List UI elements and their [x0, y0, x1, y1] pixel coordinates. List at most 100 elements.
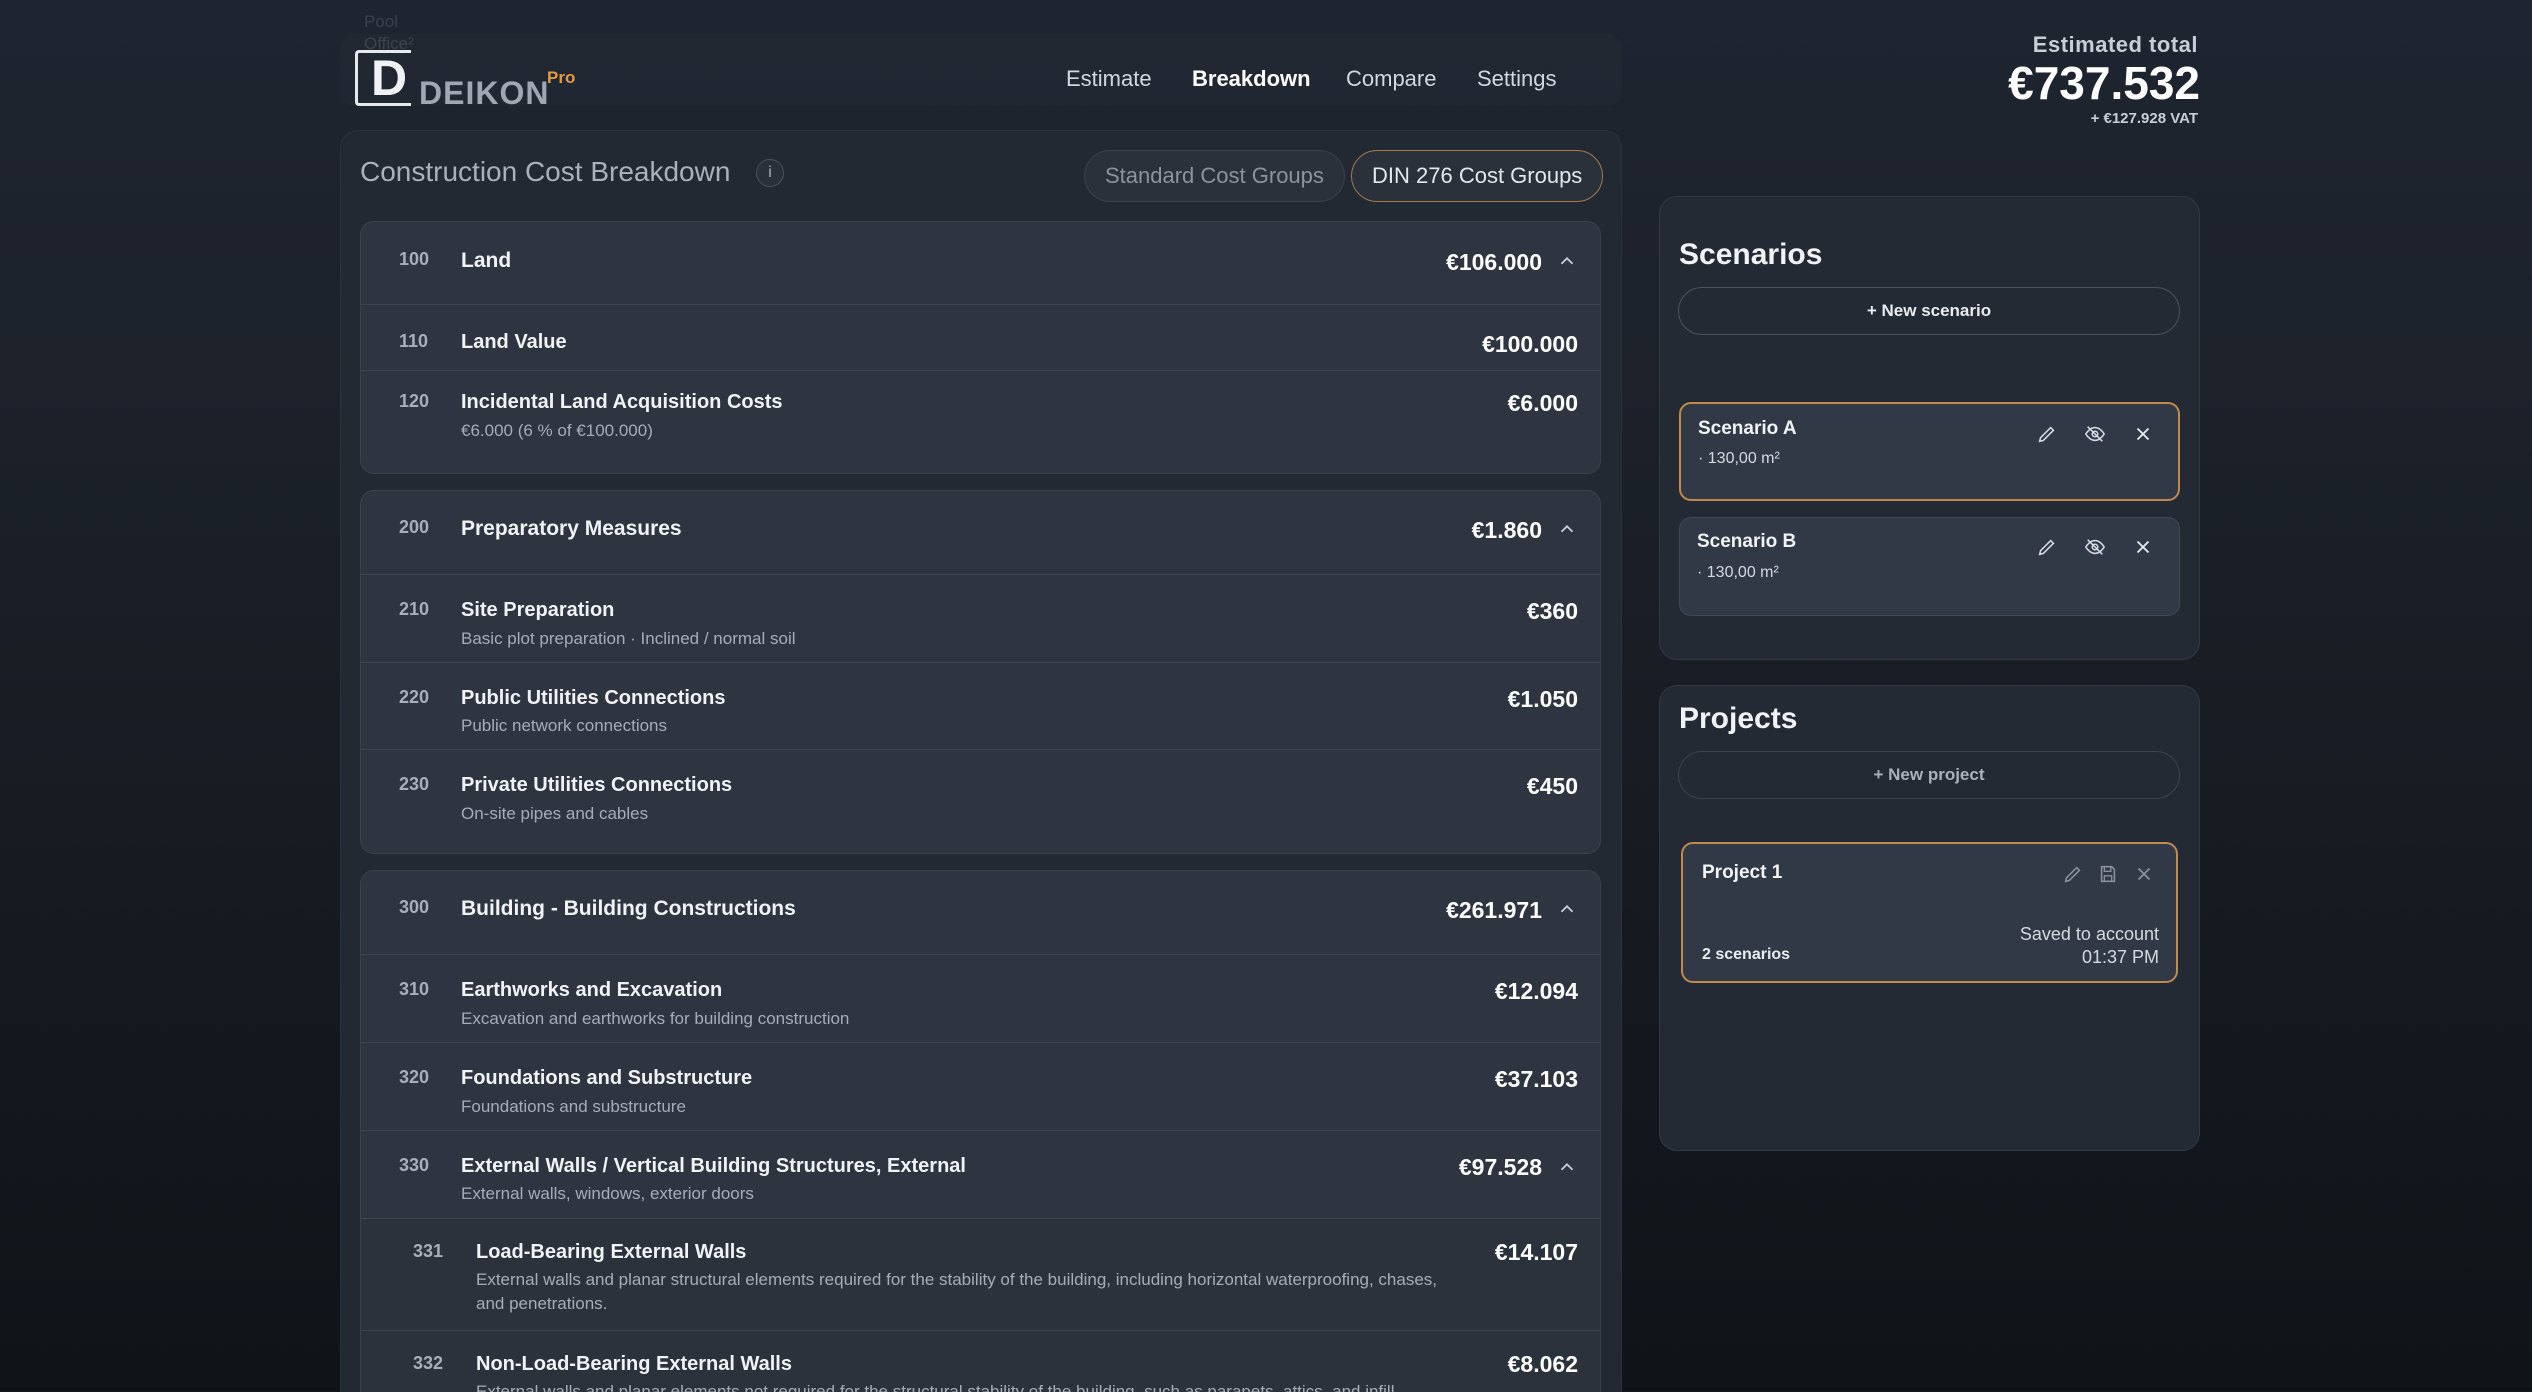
nav-breakdown[interactable]: Breakdown	[1192, 66, 1311, 92]
row-amount: €8.062	[1507, 1351, 1578, 1377]
table-row[interactable]: 330 External Walls / Vertical Building S…	[361, 1130, 1600, 1218]
table-row: 210 Site Preparation Basic plot preparat…	[361, 574, 1600, 662]
pro-badge: Pro	[547, 68, 576, 87]
row-code: 210	[399, 599, 430, 619]
scenario-card[interactable]: Scenario A · 130,00 m²	[1679, 402, 2180, 501]
close-icon[interactable]	[2129, 420, 2157, 448]
row-amount: €360	[1526, 598, 1578, 624]
pencil-icon[interactable]	[2033, 420, 2061, 448]
logo-icon[interactable]: D	[355, 50, 415, 108]
new-scenario-button[interactable]: + New scenario	[1678, 287, 2180, 335]
chevron-up-icon[interactable]	[1556, 1156, 1578, 1178]
info-icon[interactable]: i	[756, 159, 784, 187]
group-code: 200	[399, 517, 430, 537]
group-code: 100	[399, 249, 430, 269]
nav-compare[interactable]: Compare	[1346, 66, 1436, 92]
project-scenario-count: 2 scenarios	[1702, 946, 1791, 963]
estimated-vat: + €127.928 VAT	[2090, 110, 2198, 127]
row-title: Non-Load-Bearing External Walls	[476, 1353, 792, 1375]
chevron-up-icon[interactable]	[1556, 250, 1578, 272]
row-amount: €1.050	[1507, 686, 1578, 712]
pencil-icon[interactable]	[2059, 860, 2087, 888]
row-amount: €37.103	[1494, 1066, 1578, 1092]
row-code: 330	[399, 1155, 430, 1175]
estimated-total-value: €737.532	[2008, 57, 2200, 109]
standard-cost-groups-toggle[interactable]: Standard Cost Groups	[1084, 150, 1345, 202]
scenario-card[interactable]: Scenario B · 130,00 m²	[1679, 517, 2180, 616]
group-amount: €1.860	[1471, 517, 1542, 543]
cost-group-header[interactable]: 300 Building - Building Constructions €2…	[361, 871, 1600, 954]
cost-group-300: 300 Building - Building Constructions €2…	[360, 870, 1601, 1392]
logo-letter: D	[371, 50, 408, 106]
row-title: Foundations and Substructure	[461, 1067, 753, 1089]
estimated-total-label: Estimated total	[2032, 32, 2198, 57]
projects-title: Projects	[1679, 702, 1798, 735]
nav-estimate[interactable]: Estimate	[1066, 66, 1152, 92]
group-title: Land	[461, 249, 512, 272]
row-code: 110	[399, 331, 429, 351]
row-code: 230	[399, 774, 430, 794]
table-row: 220 Public Utilities Connections Public …	[361, 662, 1600, 749]
table-row: 310 Earthworks and Excavation Excavation…	[361, 954, 1600, 1042]
row-subtitle: €6.000 (6 % of €100.000)	[461, 421, 653, 440]
row-subtitle: External walls, windows, exterior doors	[461, 1184, 754, 1203]
row-subtitle-line2: and penetrations.	[476, 1294, 608, 1313]
row-amount: €100.000	[1482, 331, 1578, 357]
scenario-area: · 130,00 m²	[1697, 564, 1779, 581]
row-subtitle: External walls and planar elements not r…	[476, 1382, 1395, 1392]
row-subtitle: Excavation and earthworks for building c…	[461, 1009, 850, 1028]
row-code: 331	[413, 1241, 444, 1261]
eye-off-icon[interactable]	[2081, 533, 2109, 561]
row-amount: €6.000	[1507, 390, 1578, 416]
group-code: 300	[399, 897, 430, 917]
row-title: Land Value	[461, 331, 567, 353]
row-code: 120	[399, 391, 430, 411]
close-icon[interactable]	[2130, 860, 2158, 888]
table-row: 230 Private Utilities Connections On-sit…	[361, 749, 1600, 853]
pencil-icon[interactable]	[2033, 533, 2061, 561]
row-amount: €12.094	[1494, 978, 1578, 1004]
save-icon[interactable]	[2094, 860, 2122, 888]
project-saved-status: Saved to account	[2019, 924, 2159, 944]
new-project-button[interactable]: + New project	[1678, 751, 2180, 799]
row-code: 220	[399, 687, 430, 707]
row-title: External Walls / Vertical Building Struc…	[461, 1155, 966, 1177]
nav-settings[interactable]: Settings	[1477, 66, 1557, 92]
cost-group-header[interactable]: 100 Land €106.000	[361, 222, 1600, 304]
row-subtitle: Basic plot preparation · Inclined / norm…	[461, 629, 796, 648]
cost-group-100: 100 Land €106.000 110 Land Value €100.00…	[360, 221, 1601, 474]
table-row: 110 Land Value €100.000	[361, 304, 1600, 370]
row-title: Load-Bearing External Walls	[476, 1241, 747, 1263]
row-subtitle: Public network connections	[461, 716, 668, 735]
table-row: 332 Non-Load-Bearing External Walls Exte…	[361, 1330, 1600, 1392]
row-code: 320	[399, 1067, 430, 1087]
row-code: 332	[413, 1353, 444, 1373]
scenario-name: Scenario B	[1697, 531, 1797, 552]
scenario-area: · 130,00 m²	[1698, 450, 1780, 467]
project-saved-time: 01:37 PM	[2081, 947, 2159, 967]
scenarios-title: Scenarios	[1679, 238, 1823, 271]
group-title: Preparatory Measures	[461, 517, 682, 540]
chevron-up-icon[interactable]	[1556, 518, 1578, 540]
row-amount: €450	[1526, 773, 1578, 799]
din276-cost-groups-toggle[interactable]: DIN 276 Cost Groups	[1351, 150, 1604, 202]
row-subtitle: Foundations and substructure	[461, 1097, 686, 1116]
close-icon[interactable]	[2129, 533, 2157, 561]
row-title: Incidental Land Acquisition Costs	[461, 391, 783, 413]
table-row: 120 Incidental Land Acquisition Costs €6…	[361, 370, 1600, 473]
scenario-name: Scenario A	[1698, 418, 1797, 439]
group-amount: €106.000	[1446, 249, 1542, 275]
table-row: 320 Foundations and Substructure Foundat…	[361, 1042, 1600, 1130]
row-amount: €14.107	[1494, 1239, 1578, 1265]
page-title: Construction Cost Breakdown	[360, 156, 731, 187]
cost-group-200: 200 Preparatory Measures €1.860 210 Site…	[360, 490, 1601, 854]
row-code: 310	[399, 979, 430, 999]
project-name: Project 1	[1702, 862, 1783, 883]
group-title: Building - Building Constructions	[461, 897, 796, 920]
project-card[interactable]: Project 1 2 scenarios Saved to account 0…	[1681, 842, 2178, 983]
row-subtitle: On-site pipes and cables	[461, 804, 649, 823]
eye-off-icon[interactable]	[2081, 420, 2109, 448]
cost-group-header[interactable]: 200 Preparatory Measures €1.860	[361, 491, 1600, 574]
chevron-up-icon[interactable]	[1556, 898, 1578, 920]
table-row: 331 Load-Bearing External Walls External…	[361, 1218, 1600, 1330]
